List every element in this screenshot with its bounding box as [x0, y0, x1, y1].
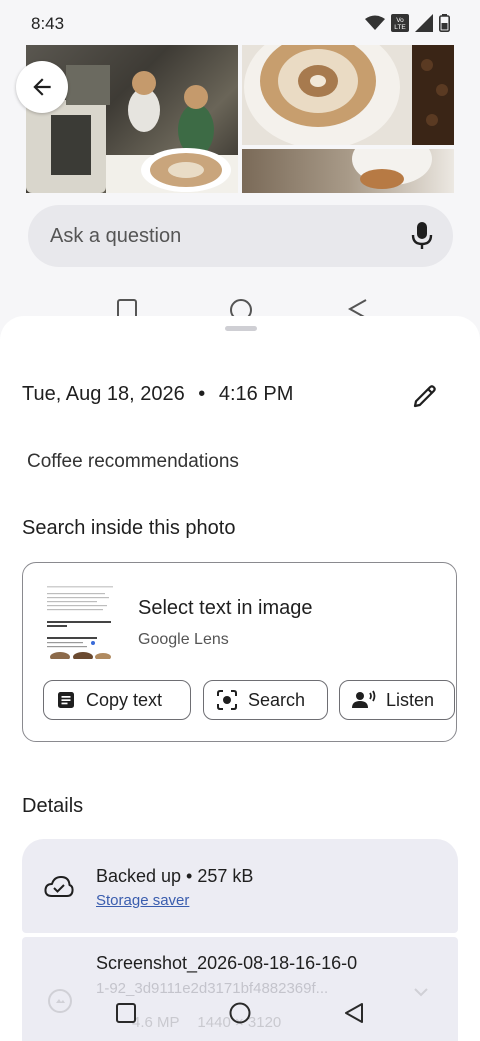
photo-strip[interactable] — [26, 45, 454, 193]
lens-title[interactable]: Select text in image — [138, 597, 313, 620]
lens-search-button[interactable]: Search — [203, 680, 328, 720]
home-icon[interactable] — [229, 1002, 251, 1024]
date-separator: • — [198, 383, 206, 405]
pencil-icon[interactable] — [410, 381, 440, 411]
back-button[interactable] — [16, 61, 68, 113]
volte-icon: VoLTE — [391, 14, 409, 32]
details-section-title: Details — [22, 795, 84, 817]
status-bar: 8:43 Vo LTE — [0, 0, 480, 44]
copy-text-button[interactable]: Copy text — [43, 680, 191, 720]
listen-label: Listen — [386, 689, 435, 710]
chevron-down-icon[interactable] — [412, 985, 430, 999]
copy-text-label: Copy text — [86, 689, 163, 710]
status-icons: Vo LTE — [365, 14, 450, 32]
signal-icon — [415, 14, 433, 32]
photo-dessert-art — [352, 149, 432, 189]
file-hash: 1-92_3d9111e2d3171bf4882369f... — [96, 980, 329, 997]
ask-question-bar[interactable] — [28, 205, 453, 267]
thumbnail-art — [47, 586, 113, 659]
photo-date: Tue, Aug 18, 2026 — [22, 383, 185, 405]
status-time: 8:43 — [31, 14, 65, 33]
svg-text:LTE: LTE — [394, 24, 406, 31]
ask-question-input[interactable] — [48, 223, 372, 249]
photo-latte-art-art — [244, 45, 454, 145]
sheet-drag-handle[interactable] — [225, 326, 257, 331]
svg-text:Vo: Vo — [396, 17, 404, 24]
cloud-check-icon — [44, 876, 74, 897]
listen-icon — [352, 690, 376, 708]
photo-latte-art[interactable] — [242, 45, 454, 145]
background-nav-ghost — [0, 296, 480, 321]
lens-subtitle: Google Lens — [138, 631, 229, 648]
mic-icon[interactable] — [411, 222, 433, 250]
storage-saver-link[interactable]: Storage saver — [96, 892, 189, 909]
listen-button[interactable]: Listen — [339, 680, 455, 720]
battery-icon — [439, 14, 450, 32]
lens-card: Select text in image Google Lens Copy te… — [22, 562, 457, 742]
system-nav-bar — [0, 1000, 480, 1041]
screenshot-thumbnail[interactable] — [45, 581, 115, 659]
photo-dessert[interactable] — [242, 149, 454, 193]
back-arrow-icon — [33, 78, 51, 96]
recents-icon[interactable] — [116, 1003, 136, 1023]
copy-text-icon — [58, 692, 74, 708]
lens-section-title: Search inside this photo — [22, 517, 236, 539]
photo-time: 4:16 PM — [218, 383, 294, 405]
file-name: Screenshot_2026-08-18-16-16-0 — [96, 953, 358, 973]
wifi-icon — [365, 15, 385, 30]
lens-search-icon — [217, 690, 237, 710]
back-nav-icon[interactable] — [343, 1002, 365, 1024]
photo-caption[interactable]: Coffee recommendations — [27, 451, 239, 473]
date-time-row: Tue, Aug 18, 2026 • 4:16 PM — [22, 383, 293, 406]
background-nav-ghost-icons — [117, 299, 367, 321]
lens-search-label: Search — [248, 689, 306, 710]
backup-status: Backed up • 257 kB — [96, 866, 254, 886]
